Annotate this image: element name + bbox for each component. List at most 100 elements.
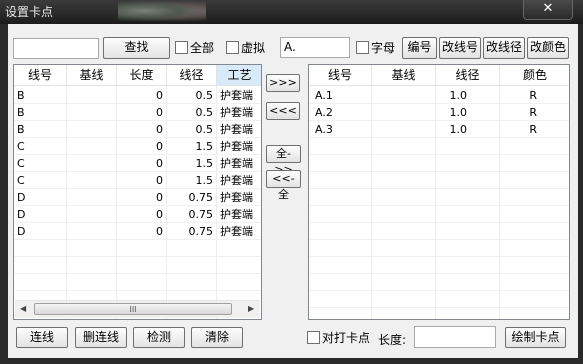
all-checkbox-box[interactable]: [175, 41, 188, 54]
virtual-checkbox-box[interactable]: [226, 41, 239, 54]
source-row-cell[interactable]: [69, 121, 115, 138]
source-row-cell[interactable]: 护套端: [220, 223, 261, 240]
selected-row-cell[interactable]: [375, 104, 433, 121]
column-header-length[interactable]: 长度: [117, 65, 167, 86]
selected-row-cell[interactable]: 1.0: [437, 121, 468, 138]
column-header-wire-no[interactable]: 线号: [309, 65, 372, 86]
source-row-cell[interactable]: D: [17, 189, 65, 206]
source-row-cell[interactable]: 护套端: [220, 155, 261, 172]
source-row-cell[interactable]: C: [17, 172, 65, 189]
selected-row-cell[interactable]: 1.0: [437, 87, 468, 104]
selected-row-cell[interactable]: A.2: [315, 104, 370, 121]
selected-row-cell[interactable]: [375, 87, 433, 104]
source-row-cell[interactable]: 0.75: [169, 189, 214, 206]
source-row-cell[interactable]: 1.5: [169, 172, 214, 189]
column-header-wire-no[interactable]: 线号: [14, 65, 67, 86]
source-row-cell[interactable]: 0: [119, 155, 163, 172]
close-button[interactable]: ✕: [523, 0, 573, 20]
selected-row-cell[interactable]: R: [501, 121, 537, 138]
source-row-cell[interactable]: D: [17, 223, 65, 240]
source-row-cell[interactable]: 0.5: [169, 121, 214, 138]
source-row-cell[interactable]: [69, 155, 115, 172]
source-row-cell[interactable]: 0: [119, 104, 163, 121]
source-row-cell[interactable]: 护套端: [220, 121, 261, 138]
source-row-cell[interactable]: 0: [119, 206, 163, 223]
source-row-cell[interactable]: 0.5: [169, 104, 214, 121]
source-row-cell[interactable]: 护套端: [220, 87, 261, 104]
scroll-left-arrow-icon[interactable]: ◀: [20, 304, 26, 313]
all-checkbox[interactable]: 全部: [175, 41, 214, 55]
change-diameter-button[interactable]: 改线径: [483, 37, 525, 59]
source-row-cell[interactable]: 0: [119, 138, 163, 155]
connect-button[interactable]: 连线: [16, 327, 68, 348]
source-row-cell[interactable]: C: [17, 155, 65, 172]
add-selected-button[interactable]: >>>: [266, 74, 300, 92]
column-header-process[interactable]: 工艺: [217, 65, 261, 86]
title-background-graphic: [118, 0, 206, 22]
add-all-button[interactable]: 全->>: [266, 145, 301, 176]
selected-row-cell[interactable]: [375, 121, 433, 138]
source-row-cell[interactable]: 护套端: [220, 172, 261, 189]
selected-row-cell[interactable]: A.1: [315, 87, 370, 104]
source-row-cell[interactable]: [69, 87, 115, 104]
source-row-cell[interactable]: 0: [119, 172, 163, 189]
source-row-cell[interactable]: B: [17, 87, 65, 104]
clear-button[interactable]: 清除: [191, 327, 243, 348]
virtual-checkbox[interactable]: 虚拟: [226, 41, 265, 55]
source-row-cell[interactable]: B: [17, 104, 65, 121]
column-header-base-line[interactable]: 基线: [67, 65, 117, 86]
selected-wire-list[interactable]: 线号 基线 线径 颜色 A.1 1.0 R A.2 1.0 R A.3 1.0 R: [308, 64, 570, 320]
source-row-cell[interactable]: 0: [119, 223, 163, 240]
source-wire-list[interactable]: 线号 基线 长度 线径 工艺 B 0 0.5 护套端 B 0 0.5 护套端 B 0 0.5 护套端 C…: [13, 64, 262, 320]
source-row-cell[interactable]: 护套端: [220, 138, 261, 155]
source-row-cell[interactable]: 0: [119, 121, 163, 138]
length-input[interactable]: [414, 326, 496, 348]
source-row-cell[interactable]: [69, 206, 115, 223]
selected-row-cell[interactable]: R: [501, 104, 537, 121]
source-row-cell[interactable]: C: [17, 138, 65, 155]
source-row-cell[interactable]: 护套端: [220, 206, 261, 223]
number-button[interactable]: 编号: [402, 37, 437, 59]
pair-checkpoint-checkbox-box[interactable]: [307, 331, 320, 344]
selected-row-cell[interactable]: A.3: [315, 121, 370, 138]
remove-all-button[interactable]: <<-全: [266, 170, 301, 201]
source-row-cell[interactable]: 0.5: [169, 87, 214, 104]
source-row-cell[interactable]: [69, 223, 115, 240]
letter-checkbox-box[interactable]: [356, 41, 369, 54]
filter-input[interactable]: A.: [280, 37, 350, 58]
source-row-cell[interactable]: 0: [119, 189, 163, 206]
change-wire-no-button[interactable]: 改线号: [439, 37, 481, 59]
source-row-cell[interactable]: [69, 138, 115, 155]
source-row-cell[interactable]: 1.5: [169, 155, 214, 172]
source-row-cell[interactable]: 1.5: [169, 138, 214, 155]
source-row-cell[interactable]: 0.75: [169, 223, 214, 240]
column-header-base-line[interactable]: 基线: [372, 65, 436, 86]
find-button[interactable]: 查找: [103, 37, 170, 59]
source-row-cell[interactable]: [69, 104, 115, 121]
selected-row-cell[interactable]: 1.0: [437, 104, 468, 121]
scroll-right-arrow-icon[interactable]: ▶: [248, 304, 254, 313]
source-row-cell[interactable]: 护套端: [220, 104, 261, 121]
source-row-cell[interactable]: 0: [119, 87, 163, 104]
source-row-cell[interactable]: 0.75: [169, 206, 214, 223]
letter-checkbox[interactable]: 字母: [356, 41, 395, 55]
source-row-cell[interactable]: B: [17, 121, 65, 138]
search-input[interactable]: [13, 38, 99, 59]
change-color-button[interactable]: 改颜色: [527, 37, 569, 59]
selected-row-cell[interactable]: R: [501, 87, 537, 104]
pair-checkpoint-checkbox[interactable]: 对打卡点: [307, 331, 370, 345]
detect-button[interactable]: 检测: [133, 327, 185, 348]
column-header-diameter[interactable]: 线径: [436, 65, 500, 86]
source-row-cell[interactable]: 护套端: [220, 189, 261, 206]
delete-connect-button[interactable]: 删连线: [75, 327, 127, 348]
source-row-cell[interactable]: [69, 172, 115, 189]
remove-selected-button[interactable]: <<<: [266, 102, 300, 120]
column-header-color[interactable]: 颜色: [500, 65, 569, 86]
source-row-cell[interactable]: [69, 189, 115, 206]
source-row-cell[interactable]: D: [17, 206, 65, 223]
row-divider: [14, 290, 261, 291]
horizontal-scrollbar[interactable]: ◀ III ▶: [15, 300, 260, 318]
column-header-diameter[interactable]: 线径: [167, 65, 217, 86]
draw-checkpoint-button[interactable]: 绘制卡点: [505, 327, 566, 348]
scroll-thumb[interactable]: III: [34, 303, 232, 315]
